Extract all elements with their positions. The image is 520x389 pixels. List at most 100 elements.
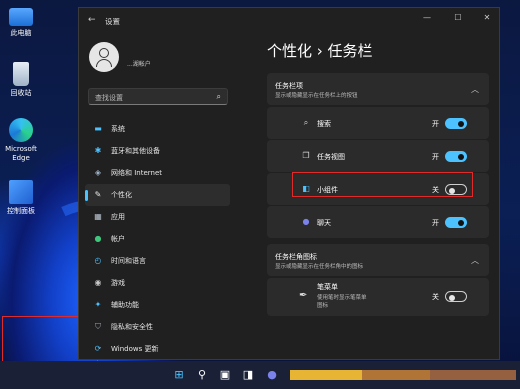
sidebar-item-label: 帐户 — [111, 235, 125, 243]
sidebar-item-label: 辅助功能 — [111, 301, 139, 309]
setting-label: 搜索 — [317, 120, 331, 128]
section-taskbar-items-header[interactable]: 任务栏项 显示或隐藏显示在任务栏上的按钮 ︿ — [267, 73, 489, 105]
section-title: 任务栏项 — [275, 82, 303, 90]
desktop-icon-recycle-bin[interactable]: 回收站 — [0, 62, 51, 98]
chat-taskbar-icon[interactable]: ● — [265, 368, 279, 382]
bluetooth-icon: ✱ — [94, 146, 102, 155]
desktop-icon-pc[interactable]: 此电脑 — [0, 6, 51, 38]
edge-icon — [9, 118, 33, 142]
pen-menu-toggle[interactable] — [445, 291, 467, 302]
sidebar-item-label: 系统 — [111, 125, 125, 133]
toggle-knob — [449, 294, 455, 301]
sidebar-item-label: Windows 更新 — [111, 345, 159, 353]
apps-icon: ▦ — [94, 212, 102, 221]
close-button[interactable]: ✕ — [477, 13, 497, 22]
sidebar-item-label: 网络和 Internet — [111, 169, 163, 177]
sidebar-item-accessibility[interactable]: ✦ 辅助功能 — [85, 294, 230, 316]
sidebar-nav: ▬ 系统 ✱ 蓝牙和其他设备 ◈ 网络和 Internet ✎ 个性化 ▦ 应用 ● 帐户 … — [85, 118, 230, 360]
account-name: ...湖帐户 — [127, 61, 151, 68]
search-toggle[interactable] — [445, 118, 467, 129]
sidebar-item-gaming[interactable]: ◉ 游戏 — [85, 272, 230, 294]
section-title: 任务栏角图标 — [275, 253, 317, 261]
avatar[interactable] — [89, 42, 119, 72]
sidebar-item-network[interactable]: ◈ 网络和 Internet — [85, 162, 230, 184]
minimize-button[interactable]: — — [417, 13, 437, 22]
search-icon: ⌕ — [303, 118, 309, 127]
title-bar: ← 设置 — ☐ ✕ — [79, 8, 499, 32]
sidebar-item-accounts[interactable]: ● 帐户 — [85, 228, 230, 250]
toggle-knob — [458, 120, 464, 127]
sidebar-item-apps[interactable]: ▦ 应用 — [85, 206, 230, 228]
sidebar-item-windows-update[interactable]: ⟳ Windows 更新 — [85, 338, 230, 360]
accessibility-icon: ✦ — [94, 300, 102, 309]
gamepad-icon: ◉ — [94, 278, 102, 287]
task-view-toggle[interactable] — [445, 151, 467, 162]
setting-description-cont: 图标 — [317, 303, 329, 309]
desktop-icon-label: 此电脑 — [10, 29, 32, 37]
pen-icon: ✒ — [299, 290, 308, 301]
section-corner-icons-header[interactable]: 任务栏角图标 显示或隐藏显示在任务栏角中的图标 ︿ — [267, 244, 489, 276]
chat-icon: ● — [302, 217, 310, 226]
wifi-icon: ◈ — [94, 168, 102, 177]
toggle-state-text: 关 — [432, 293, 439, 301]
user-body-icon — [96, 59, 112, 67]
toggle-knob — [458, 219, 464, 226]
sidebar-item-bluetooth[interactable]: ✱ 蓝牙和其他设备 — [85, 140, 230, 162]
setting-row-chat: ● 聊天 开 — [267, 206, 489, 238]
back-arrow-icon[interactable]: ← — [88, 15, 96, 25]
section-subtitle: 显示或隐藏显示在任务栏上的按钮 — [275, 93, 358, 99]
toggle-state-text: 开 — [432, 219, 439, 227]
sidebar-item-label: 隐私和安全性 — [111, 323, 153, 331]
toggle-knob — [458, 153, 464, 160]
monitor-icon: ▬ — [94, 124, 102, 133]
globe-clock-icon: ◴ — [94, 256, 102, 265]
search-icon[interactable]: ⌕ — [217, 92, 221, 102]
taskbar-redaction-segment — [290, 370, 362, 380]
shield-icon: ⛉ — [95, 322, 101, 331]
sidebar-item-time-language[interactable]: ◴ 时间和语言 — [85, 250, 230, 272]
setting-label: 任务视图 — [317, 153, 345, 161]
window-title: 设置 — [105, 17, 120, 26]
setting-row-search: ⌕ 搜索 开 — [267, 107, 489, 139]
setting-row-pen-menu: ✒ 笔菜单 使用笔时显示笔菜单 图标 关 — [267, 278, 489, 316]
setting-label: 笔菜单 — [317, 283, 338, 291]
search-input[interactable]: 查找设置 ⌕ — [88, 88, 228, 105]
widgets-taskbar-icon[interactable]: ◨ — [241, 368, 255, 382]
desktop-icon-edge[interactable]: Microsoft Edge — [0, 118, 51, 163]
search-placeholder: 查找设置 — [95, 94, 123, 102]
start-icon[interactable]: ⊞ — [172, 368, 186, 382]
chevron-up-icon[interactable]: ︿ — [471, 84, 479, 95]
maximize-button[interactable]: ☐ — [448, 13, 468, 22]
desktop-icon-control-panel[interactable]: 控制面板 — [0, 180, 51, 216]
user-head-icon — [99, 48, 109, 58]
toggle-state-text: 开 — [432, 120, 439, 128]
task-view-taskbar-icon[interactable]: ▣ — [218, 368, 232, 382]
section-subtitle: 显示或隐藏显示在任务栏角中的图标 — [275, 264, 364, 270]
task-view-icon: ❐ — [302, 151, 310, 160]
chat-toggle[interactable] — [445, 217, 467, 228]
desktop-icon-label: 控制面板 — [7, 207, 35, 215]
brush-icon: ✎ — [94, 190, 102, 199]
highlight-box-widgets — [292, 172, 473, 197]
sidebar-item-privacy[interactable]: ⛉ 隐私和安全性 — [85, 316, 230, 338]
control-panel-icon — [9, 180, 33, 204]
desktop-icon-label: Microsoft Edge — [5, 145, 37, 162]
desktop-icon-label: 回收站 — [10, 89, 32, 97]
taskbar-search-icon[interactable]: ⚲ — [195, 368, 209, 382]
sidebar-item-label: 游戏 — [111, 279, 125, 287]
sidebar-item-system[interactable]: ▬ 系统 — [85, 118, 230, 140]
breadcrumb: 个性化 › 任务栏 — [267, 42, 373, 60]
setting-label: 聊天 — [317, 219, 331, 227]
taskbar: ⊞ ⚲ ▣ ◨ ● — [0, 361, 520, 389]
chevron-up-icon[interactable]: ︿ — [471, 255, 479, 266]
pc-icon — [9, 8, 33, 26]
sidebar-item-personalization[interactable]: ✎ 个性化 — [85, 184, 230, 206]
toggle-state-text: 开 — [432, 153, 439, 161]
setting-row-task-view: ❐ 任务视图 开 — [267, 140, 489, 172]
update-icon: ⟳ — [94, 344, 102, 353]
sidebar-item-label: 时间和语言 — [111, 257, 146, 265]
taskbar-redaction-bar — [290, 370, 516, 380]
person-icon: ● — [94, 234, 102, 243]
setting-description: 使用笔时显示笔菜单 — [317, 295, 367, 301]
sidebar-item-label: 个性化 — [111, 191, 132, 199]
